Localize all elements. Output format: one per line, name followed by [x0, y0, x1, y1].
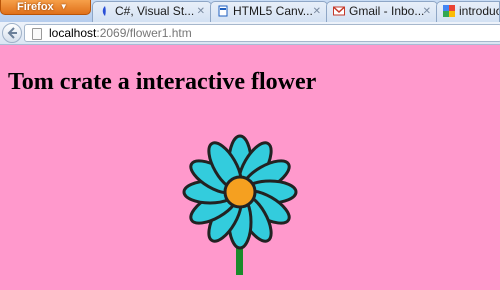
tab-html5-canvas[interactable]: HTML5 Canv... ✕	[210, 1, 328, 22]
url-host: localhost	[49, 26, 97, 40]
tab-strip: Firefox ▼ C#, Visual St... ✕ HTML5 Canv..…	[0, 0, 500, 22]
tab-introduc[interactable]: introduc	[436, 1, 500, 22]
tab-label: HTML5 Canv...	[233, 4, 313, 18]
page-content: Tom crate a interactive flower	[0, 45, 500, 290]
close-icon[interactable]: ✕	[197, 2, 205, 21]
url-text: localhost:2069/flower1.htm	[49, 25, 192, 41]
gmail-icon	[333, 6, 345, 16]
navigation-bar: localhost:2069/flower1.htm	[0, 22, 500, 45]
back-arrow-icon	[7, 27, 17, 39]
page-icon	[32, 28, 42, 40]
address-bar[interactable]: localhost:2069/flower1.htm	[24, 24, 500, 42]
tab-label: introduc	[459, 4, 500, 18]
google-icon	[443, 5, 455, 17]
tab-gmail[interactable]: Gmail - Inbo... ✕	[326, 1, 438, 22]
firefox-menu-button[interactable]: Firefox ▼	[0, 0, 91, 15]
back-button[interactable]	[2, 23, 22, 43]
tab-label: C#, Visual St...	[115, 4, 195, 18]
tab-label: Gmail - Inbo...	[349, 4, 425, 18]
close-icon[interactable]: ✕	[313, 2, 321, 21]
visual-studio-icon	[102, 6, 106, 16]
close-icon[interactable]: ✕	[423, 2, 431, 21]
tab-visual-studio[interactable]: C#, Visual St... ✕	[92, 1, 212, 22]
page-title: Tom crate a interactive flower	[8, 69, 317, 95]
url-path: :2069/flower1.htm	[96, 26, 192, 40]
chevron-down-icon: ▼	[59, 2, 68, 11]
flower-center[interactable]	[223, 175, 257, 209]
flower-canvas[interactable]	[180, 130, 300, 275]
firefox-menu-label: Firefox	[17, 1, 54, 13]
browser-window: Firefox ▼ C#, Visual St... ✕ HTML5 Canv..…	[0, 0, 500, 290]
page-icon	[218, 5, 228, 17]
